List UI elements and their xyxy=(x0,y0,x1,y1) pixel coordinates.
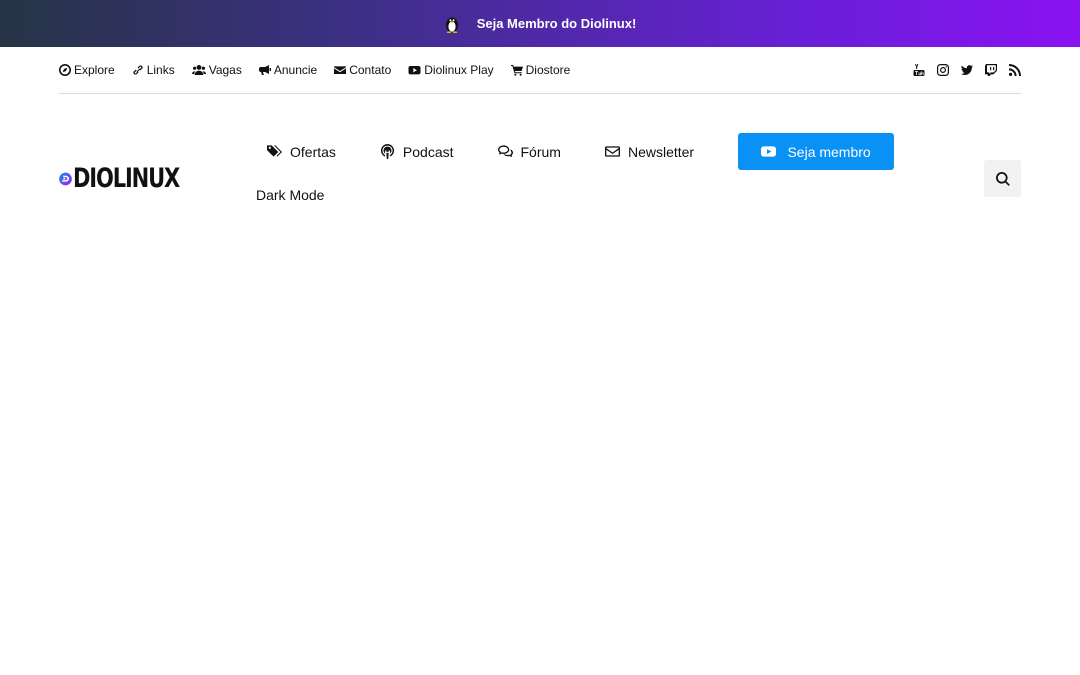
nav-item-ofertas[interactable]: Ofertas xyxy=(267,144,336,160)
envelope-outline-icon xyxy=(604,146,620,157)
dark-mode-toggle[interactable]: Dark Mode xyxy=(256,187,324,203)
nav-item-newsletter[interactable]: Newsletter xyxy=(604,143,695,160)
social-links xyxy=(901,64,1021,76)
rss-icon[interactable] xyxy=(1009,64,1021,76)
compass-icon xyxy=(59,64,71,76)
instagram-icon[interactable] xyxy=(937,64,949,76)
main-nav: Ofertas Podcast Fórum Newsletter Seja me… xyxy=(256,133,936,205)
top-link-vagas[interactable]: Vagas xyxy=(191,63,242,77)
nav-item-forum[interactable]: Fórum xyxy=(497,143,561,160)
diolinux-logo-icon xyxy=(59,172,72,186)
top-link-label: Diostore xyxy=(525,63,571,77)
youtube-icon xyxy=(761,146,777,157)
top-link-label: Vagas xyxy=(208,63,242,77)
bullhorn-icon xyxy=(258,65,271,75)
announcement-text: Seja Membro do Diolinux! xyxy=(476,16,637,31)
top-link-explore[interactable]: Explore xyxy=(59,63,115,77)
tags-icon xyxy=(267,145,282,157)
top-link-anuncie[interactable]: Anuncie xyxy=(258,63,318,77)
logo-text: DIOLINUX xyxy=(73,163,180,194)
twitter-icon[interactable] xyxy=(961,64,973,76)
nav-item-label: Fórum xyxy=(520,143,561,160)
top-links-bar: Explore Links Vagas Anuncie Contato Diol… xyxy=(59,47,1021,94)
main-nav-row: Ofertas Podcast Fórum Newsletter Seja me… xyxy=(256,133,936,170)
cart-icon xyxy=(510,65,523,76)
top-link-label: Anuncie xyxy=(273,63,318,77)
top-link-links[interactable]: Links xyxy=(132,63,175,77)
top-link-diostore[interactable]: Diostore xyxy=(510,63,571,77)
top-link-label: Contato xyxy=(349,63,392,77)
site-logo[interactable]: DIOLINUX xyxy=(59,158,209,200)
top-link-label: Links xyxy=(146,63,175,77)
top-link-label: Diolinux Play xyxy=(424,63,494,77)
nav-item-podcast[interactable]: Podcast xyxy=(380,144,454,160)
link-icon xyxy=(133,65,143,75)
users-icon xyxy=(191,65,206,75)
envelope-icon xyxy=(334,66,347,74)
comments-icon xyxy=(497,145,513,158)
top-links-list: Explore Links Vagas Anuncie Contato Diol… xyxy=(59,63,587,77)
seja-membro-label: Seja membro xyxy=(787,143,871,160)
nav-item-label: Podcast xyxy=(402,143,454,160)
nav-item-label: Newsletter xyxy=(627,143,695,160)
penguin-icon xyxy=(445,17,458,33)
top-link-label: Explore xyxy=(74,63,115,77)
twitch-icon[interactable] xyxy=(985,64,997,76)
search-icon xyxy=(995,171,1010,186)
search-button[interactable] xyxy=(984,160,1021,197)
youtube-icon xyxy=(408,66,421,75)
youtube-icon[interactable] xyxy=(913,64,925,76)
announcement-bar[interactable]: Seja Membro do Diolinux! xyxy=(0,0,1080,47)
top-link-diolinux-play[interactable]: Diolinux Play xyxy=(408,63,494,77)
top-link-contato[interactable]: Contato xyxy=(334,63,391,77)
nav-item-label: Ofertas xyxy=(290,143,336,160)
podcast-icon xyxy=(380,144,394,159)
seja-membro-button[interactable]: Seja membro xyxy=(738,133,895,170)
